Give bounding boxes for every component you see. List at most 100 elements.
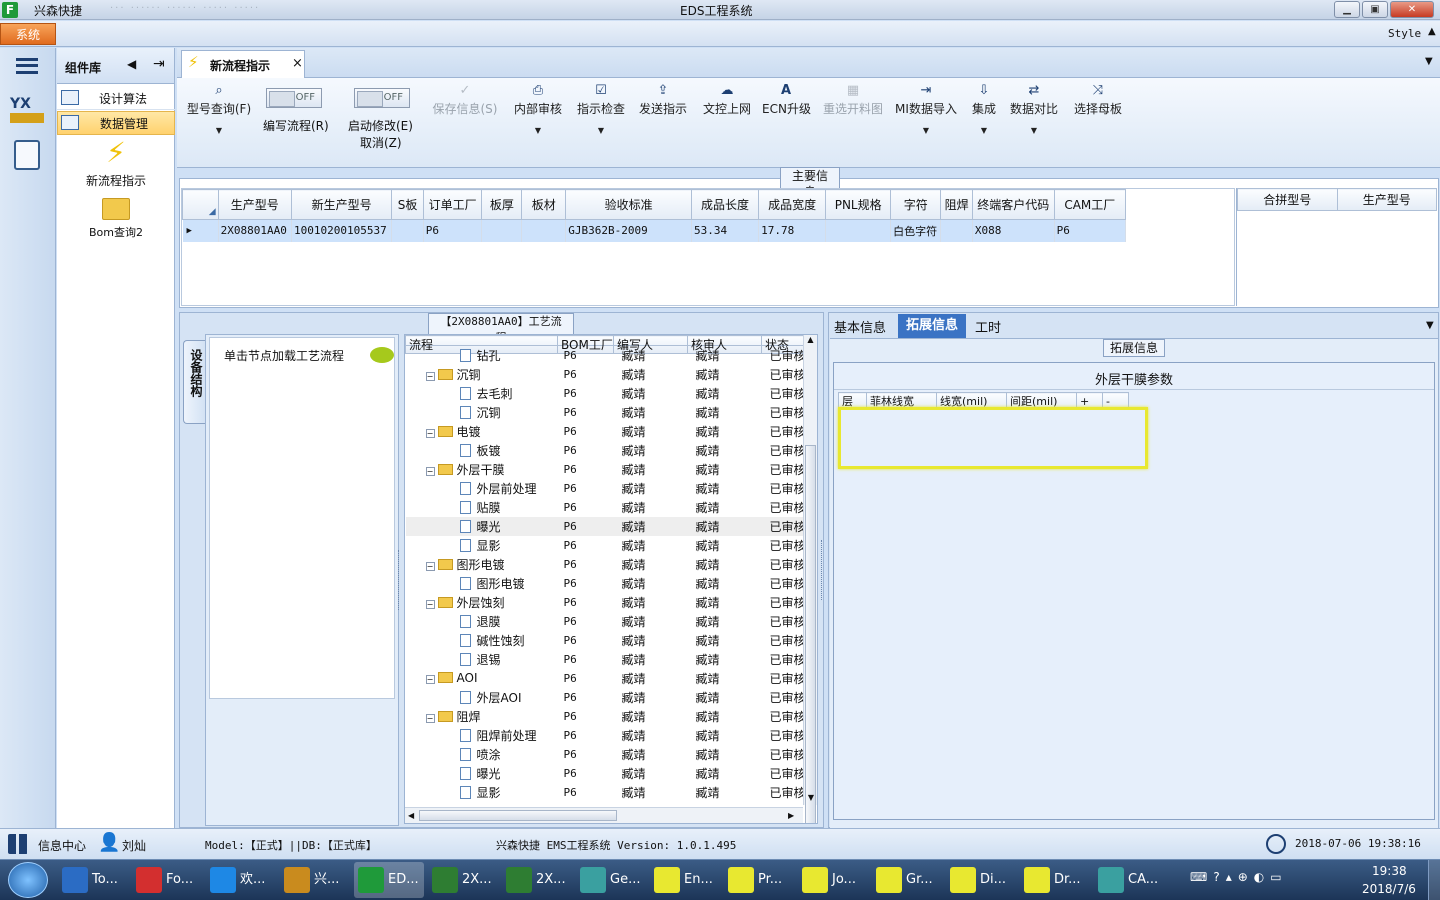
send-instruction-button[interactable]: ⇪ 发送指示 — [636, 82, 690, 117]
table-cell[interactable]: 白色字符 — [890, 219, 942, 242]
column-header[interactable]: CAM工厂 — [1053, 189, 1127, 220]
tree-row[interactable]: 板镀 P6 臧靖 臧靖 已审核 — [406, 441, 806, 460]
tree-row[interactable]: 喷涂 P6 臧靖 臧靖 已审核 — [406, 745, 806, 764]
collapse-icon[interactable]: − — [425, 713, 435, 723]
table-cell[interactable] — [481, 219, 523, 242]
column-header[interactable]: 验收标准 — [565, 189, 693, 220]
integrate-button[interactable]: ⇩ 集成 ▼ — [966, 82, 1002, 135]
table-cell[interactable]: GJB362B-2009 — [565, 219, 693, 242]
equipment-structure-tab[interactable]: 设备结构 — [183, 340, 205, 424]
tree-row[interactable]: 碱性蚀刻 P6 臧靖 臧靖 已审核 — [406, 631, 806, 650]
taskbar-item[interactable]: 欢... — [206, 862, 276, 898]
tree-row[interactable]: 曝光 P6 臧靖 臧靖 已审核 — [406, 764, 806, 783]
doc-control-online-button[interactable]: ☁ 文控上网 — [700, 82, 754, 117]
tree-row[interactable]: 显影 P6 臧靖 臧靖 已审核 — [406, 536, 806, 555]
horizontal-scrollbar[interactable]: ◀ ▶ — [405, 807, 803, 823]
table-cell[interactable]: 17.78 — [758, 219, 827, 242]
tree-row[interactable]: 去毛刺 P6 臧靖 臧靖 已审核 — [406, 384, 806, 403]
grid-icon[interactable] — [8, 834, 28, 854]
taskbar-item[interactable]: En... — [650, 862, 720, 898]
tree-row[interactable]: 退膜 P6 臧靖 臧靖 已审核 — [406, 612, 806, 631]
style-menu[interactable]: Style — [1388, 27, 1421, 40]
column-header[interactable]: PNL规格 — [825, 189, 892, 220]
column-header[interactable]: 字符 — [890, 189, 942, 220]
tree-row[interactable]: 外层前处理 P6 臧靖 臧靖 已审核 — [406, 479, 806, 498]
taskbar-item[interactable]: Dr... — [1020, 862, 1090, 898]
start-modify-toggle[interactable]: OFF — [354, 88, 410, 108]
taskbar-item[interactable]: Jo... — [798, 862, 868, 898]
tab-working-hours[interactable]: 工时 — [975, 317, 1001, 336]
tab-dropdown-icon[interactable]: ▼ — [1426, 320, 1434, 331]
tab-extended-info[interactable]: 拓展信息 — [898, 314, 966, 338]
tree-row[interactable]: 外层AOI P6 臧靖 臧靖 已审核 — [406, 688, 806, 707]
taskbar-item[interactable]: Fo... — [132, 862, 202, 898]
column-header[interactable]: 新生产型号 — [290, 189, 393, 220]
tree-row[interactable]: − 沉铜 P6 臧靖 臧靖 已审核 — [406, 365, 806, 384]
collapse-icon[interactable]: − — [425, 675, 435, 684]
shortcut-new-process[interactable]: ⚡ 新流程指示 — [71, 138, 161, 189]
taskbar-item[interactable]: Ge... — [576, 862, 646, 898]
component-item-data-management[interactable]: 数据管理 — [57, 111, 175, 135]
collapse-icon[interactable]: − — [425, 599, 435, 609]
tree-row[interactable]: 曝光 P6 臧靖 臧靖 已审核 — [405, 516, 806, 536]
taskbar-item[interactable]: To... — [58, 862, 128, 898]
select-all-corner[interactable]: ◢ — [182, 189, 219, 220]
taskbar-item[interactable]: 兴... — [280, 862, 350, 898]
table-cell[interactable] — [940, 219, 973, 242]
collapse-icon[interactable]: − — [425, 428, 435, 438]
tree-row[interactable]: 沉铜 P6 臧靖 臧靖 已审核 — [406, 403, 806, 422]
table-cell[interactable] — [521, 219, 567, 242]
system-menu-button[interactable]: 系统 — [0, 23, 56, 45]
table-cell[interactable]: 10010200105537 — [291, 219, 393, 242]
taskbar-item[interactable]: CA... — [1094, 862, 1164, 898]
collapse-icon[interactable]: − — [425, 371, 435, 381]
column-header[interactable]: 板材 — [521, 189, 567, 220]
table-cell[interactable] — [391, 219, 424, 242]
splitter-handle[interactable] — [821, 540, 825, 600]
scrollbar-thumb[interactable] — [805, 445, 816, 823]
tab-new-process[interactable]: ⚡ 新流程指示 × — [181, 50, 305, 78]
select-motherboard-button[interactable]: ⤨ 选择母板 — [1072, 82, 1124, 117]
close-button[interactable]: ✕ — [1390, 1, 1434, 18]
collapse-left-icon[interactable]: ◀ — [127, 57, 136, 71]
maximize-button[interactable]: ▣ — [1362, 1, 1388, 18]
tree-row[interactable]: − 外层干膜 P6 臧靖 臧靖 已审核 — [406, 460, 806, 479]
column-header[interactable]: 板厚 — [481, 189, 523, 220]
column-header[interactable]: 订单工厂 — [422, 189, 483, 220]
column-header[interactable]: 阻焊 — [940, 189, 973, 220]
ecn-upgrade-button[interactable]: A ECN升级 — [762, 82, 811, 117]
tree-row[interactable]: − 图形电镀 P6 臧靖 臧靖 已审核 — [406, 555, 806, 574]
tree-row[interactable]: 阻焊前处理 P6 臧靖 臧靖 已审核 — [406, 726, 806, 745]
calculator-icon[interactable] — [14, 140, 40, 170]
component-item-design[interactable]: 设计算法 — [57, 86, 175, 110]
table-cell[interactable]: P6 — [1054, 219, 1127, 242]
start-button[interactable] — [8, 862, 48, 898]
instruction-check-button[interactable]: ☑ 指示检查 ▼ — [574, 82, 628, 135]
taskbar-item[interactable]: Di... — [946, 862, 1016, 898]
table-cell[interactable]: 53.34 — [691, 219, 760, 242]
reselect-cutting-chart-button[interactable]: ▦ 重选开料图 — [820, 82, 886, 117]
column-header[interactable]: 成品长度 — [691, 189, 760, 220]
write-process-toggle[interactable]: OFF — [266, 88, 322, 108]
column-header[interactable]: 生产型号 — [217, 189, 292, 220]
info-center-link[interactable]: 信息中心 — [38, 837, 86, 854]
mi-data-import-button[interactable]: ⇥ MI数据导入 ▼ — [894, 82, 958, 135]
internal-audit-button[interactable]: ⎙ 内部审核 ▼ — [511, 82, 565, 135]
data-compare-button[interactable]: ⇄ 数据对比 ▼ — [1008, 82, 1060, 135]
column-header[interactable]: 成品宽度 — [758, 189, 827, 220]
minimize-button[interactable]: ▁ — [1334, 1, 1360, 18]
table-cell[interactable] — [825, 219, 892, 242]
taskbar-item[interactable]: ED... — [354, 862, 424, 898]
tree-row[interactable]: − AOI P6 臧靖 臧靖 已审核 — [406, 669, 806, 688]
table-cell[interactable]: X088 — [972, 219, 1055, 242]
collapse-icon[interactable]: − — [425, 466, 435, 476]
taskbar-item[interactable]: Pr... — [724, 862, 794, 898]
tree-row[interactable]: − 外层蚀刻 P6 臧靖 臧靖 已审核 — [406, 593, 806, 612]
scrollbar-thumb[interactable] — [419, 810, 617, 821]
tree-row[interactable]: − 阻焊 P6 臧靖 臧靖 已审核 — [406, 707, 806, 726]
tree-row[interactable]: − 电镀 P6 臧靖 臧靖 已审核 — [406, 422, 806, 441]
pin-icon[interactable]: ⇥ — [153, 56, 165, 72]
taskbar-item[interactable]: 2X... — [502, 862, 572, 898]
tab-list-dropdown-icon[interactable]: ▼ — [1425, 56, 1433, 67]
collapse-icon[interactable]: − — [425, 561, 435, 571]
